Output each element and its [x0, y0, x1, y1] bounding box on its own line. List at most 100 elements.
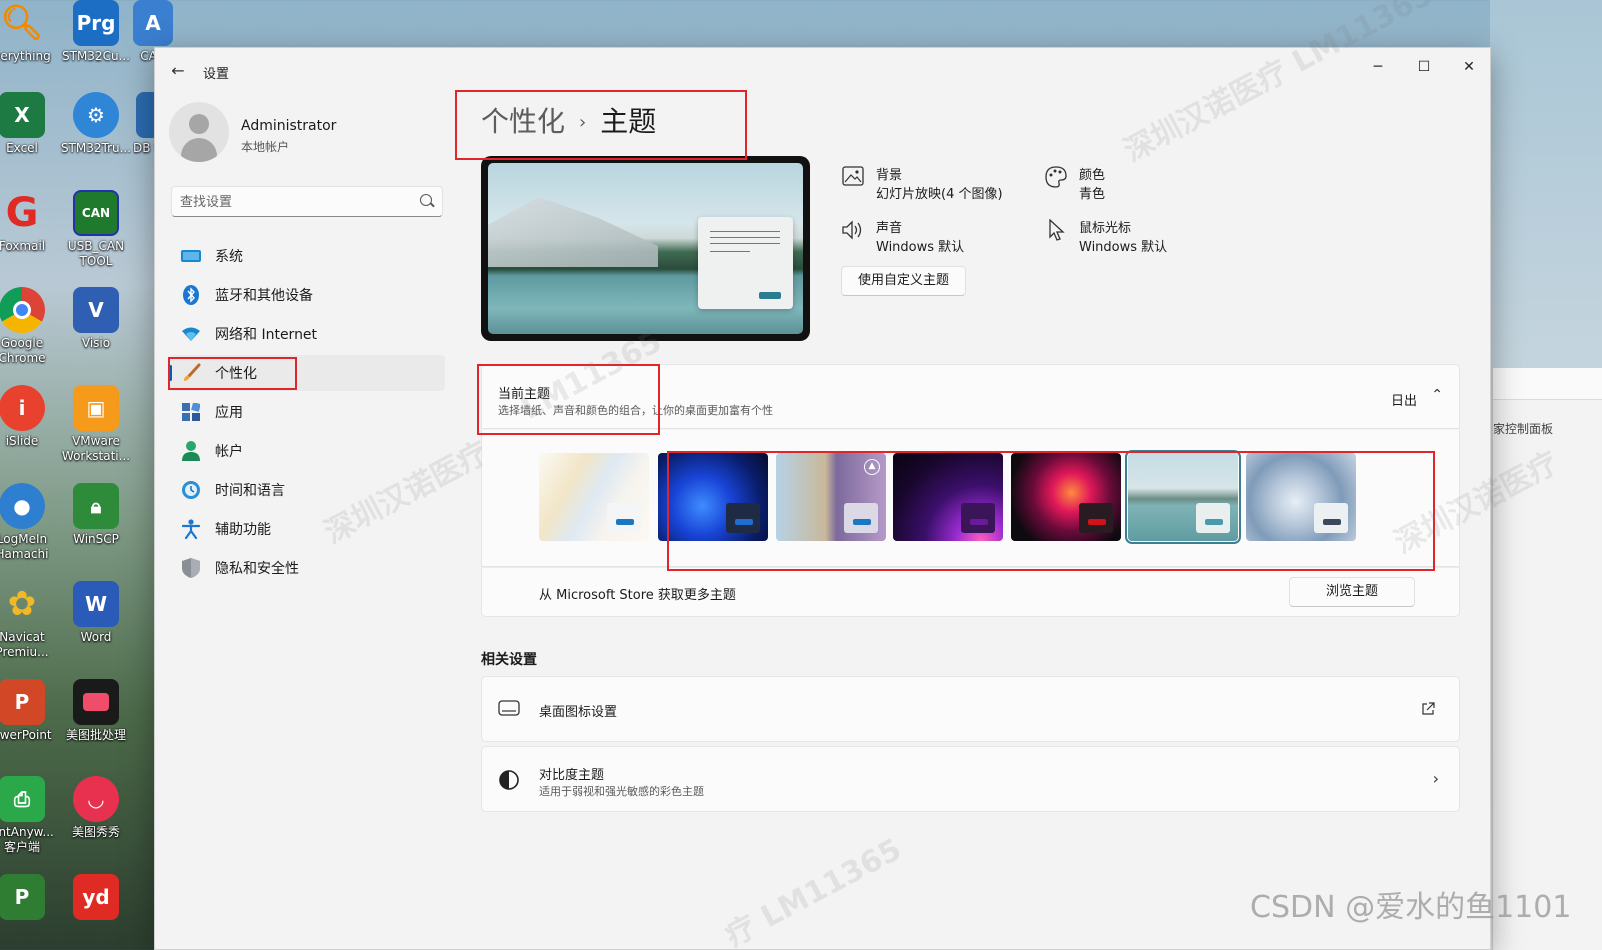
background-title: 背景	[876, 168, 903, 183]
desktop-icon-vmware[interactable]: ▣ VMware Workstati...	[59, 385, 133, 464]
desktop-icon-winscp[interactable]: 🔒︎ WinSCP	[59, 483, 133, 547]
desktop-icon-excel[interactable]: X Excel	[0, 92, 59, 156]
sidebar-item-label: 时间和语言	[215, 483, 285, 499]
theme-captured-motion[interactable]	[1011, 453, 1121, 541]
desktop-icon-stm32cube[interactable]: Prg STM32Cu...	[59, 0, 133, 64]
search-box[interactable]	[171, 186, 443, 217]
speaker-icon	[841, 219, 865, 243]
desktop-icon-visio[interactable]: V Visio	[59, 287, 133, 351]
prg-icon: Prg	[73, 0, 119, 46]
desktop-icon-youdao[interactable]: yd	[59, 874, 133, 920]
wifi-icon	[181, 324, 201, 344]
desktop-icon-settings-row[interactable]: 桌面图标设置	[481, 676, 1460, 742]
sidebar-item-label: 个性化	[215, 366, 257, 382]
theme-preview	[481, 156, 810, 341]
minimize-button[interactable]: ─	[1355, 52, 1401, 82]
sidebar-item-label: 隐私和安全性	[215, 561, 299, 577]
sidebar-item-label: 辅助功能	[215, 522, 271, 538]
store-text: 从 Microsoft Store 获取更多主题	[539, 588, 736, 603]
back-arrow-icon[interactable]: ←	[167, 60, 189, 82]
avatar	[169, 102, 229, 162]
navicat-icon: ✿	[7, 584, 37, 624]
current-theme-value: 日出	[1390, 394, 1417, 409]
desktop-icon-stm32trust[interactable]: ⚙ STM32Tru...	[59, 92, 133, 156]
theme-preview-wallpaper	[488, 163, 803, 334]
chevron-up-icon[interactable]: ⌃	[1431, 387, 1443, 403]
printer-icon: ⎙	[0, 776, 45, 822]
theme-bloom-blue[interactable]	[658, 453, 768, 541]
app-title: 设置	[203, 67, 230, 82]
theme-preview-window	[698, 217, 793, 309]
cursor-setting[interactable]: 鼠标光标 Windows 默认	[1044, 217, 1204, 257]
sidebar-item-personalization[interactable]: 个性化	[169, 355, 445, 391]
maximize-button[interactable]: ☐	[1401, 52, 1447, 82]
sidebar-item-label: 蓝牙和其他设备	[215, 288, 313, 304]
image-icon	[841, 166, 865, 190]
color-setting[interactable]: 颜色 青色	[1044, 164, 1184, 204]
winscp-icon: 🔒︎	[73, 483, 119, 529]
sidebar-item-accessibility[interactable]: 辅助功能	[169, 511, 445, 547]
sidebar-nav: 系统 蓝牙和其他设备 网络和 Internet 个性化 应用 帐户 时间和语言	[169, 238, 445, 589]
search-input[interactable]	[180, 192, 410, 212]
desktop-icon-powerpoint[interactable]: P owerPoint	[0, 679, 59, 743]
chrome-icon	[0, 287, 45, 333]
account-name: Administrator	[241, 118, 337, 134]
background-setting[interactable]: 背景 幻灯片放映(4 个图像)	[841, 164, 1021, 204]
breadcrumb-separator: ›	[579, 112, 587, 133]
desktop-icon-usb-can[interactable]: CAN USB_CAN TOOL	[59, 190, 133, 269]
browse-themes-button[interactable]: 浏览主题	[1289, 577, 1415, 607]
contrast-icon	[498, 769, 520, 791]
desktop-icon-project[interactable]: P	[0, 874, 59, 920]
theme-spotlight[interactable]: ▲	[776, 453, 886, 541]
desktop-icon-hamachi[interactable]: ● LogMeIn Hamachi	[0, 483, 59, 562]
breadcrumb: 个性化 › 主题	[481, 100, 656, 140]
sidebar-item-privacy[interactable]: 隐私和安全性	[169, 550, 445, 586]
sidebar-item-accounts[interactable]: 帐户	[169, 433, 445, 469]
theme-bloom-light[interactable]	[1246, 453, 1356, 541]
desktop-icon-chrome[interactable]: Google Chrome	[0, 287, 59, 366]
close-button[interactable]: ✕	[1446, 52, 1492, 82]
foxmail-icon: G	[5, 190, 39, 236]
desktop-icon-meitu-batch[interactable]: 美图批处理	[59, 679, 133, 743]
desktop-icon-word[interactable]: W Word	[59, 581, 133, 645]
sidebar-item-label: 系统	[215, 249, 243, 265]
accessibility-icon	[181, 519, 201, 539]
color-value: 青色	[1079, 187, 1106, 202]
desktop-icon-printanywhere[interactable]: ⎙ rintAnyw... 客户端	[0, 776, 59, 855]
theme-flow[interactable]	[539, 453, 649, 541]
desktop-icon-foxmail[interactable]: G Foxmail	[0, 190, 59, 254]
desktop-icon-meitu[interactable]: ◡ 美图秀秀	[59, 776, 133, 840]
desktop-icon-islide[interactable]: i iSlide	[0, 385, 59, 449]
sidebar-item-bluetooth[interactable]: 蓝牙和其他设备	[169, 277, 445, 313]
desktop-icon-everything[interactable]: 🔍︎ verything	[0, 0, 59, 64]
theme-glow[interactable]	[893, 453, 1003, 541]
search-icon[interactable]	[420, 194, 432, 206]
excel-icon: X	[0, 92, 45, 138]
chevron-right-icon: ›	[1432, 769, 1439, 788]
current-theme-header[interactable]: 当前主题 选择墙纸、声音和颜色的组合，让你的桌面更加富有个性 日出 ⌃	[481, 364, 1460, 429]
theme-sunrise[interactable]	[1125, 450, 1241, 544]
sidebar-item-network[interactable]: 网络和 Internet	[169, 316, 445, 352]
desktop-icon-navicat[interactable]: ✿ Navicat Premiu...	[0, 581, 59, 660]
sidebar-item-time-language[interactable]: 时间和语言	[169, 472, 445, 508]
sidebar-item-label: 帐户	[215, 444, 243, 460]
current-theme-title: 当前主题	[498, 387, 551, 402]
csdn-watermark: CSDN @爱水的鱼1101	[1250, 890, 1572, 925]
bluetooth-icon	[181, 285, 201, 305]
account-icon	[181, 441, 201, 461]
contrast-theme-row[interactable]: 对比度主题 适用于弱视和强光敏感的彩色主题 ›	[481, 746, 1460, 812]
title-bar[interactable]: ← 设置 ─ ☐ ✕	[155, 48, 1490, 94]
contrast-theme-title: 对比度主题	[539, 768, 605, 783]
breadcrumb-parent[interactable]: 个性化	[481, 105, 565, 138]
background-window[interactable]: 家控制面板	[1492, 368, 1602, 950]
shield-icon	[181, 558, 201, 578]
account-type: 本地帐户	[241, 140, 290, 154]
account-card[interactable]: Administrator 本地帐户	[169, 102, 449, 166]
contrast-theme-subtitle: 适用于弱视和强光敏感的彩色主题	[539, 785, 704, 798]
sidebar-item-apps[interactable]: 应用	[169, 394, 445, 430]
use-custom-theme-button[interactable]: 使用自定义主题	[841, 266, 966, 296]
apps-icon	[181, 402, 201, 422]
sound-setting[interactable]: 声音 Windows 默认	[841, 217, 1021, 257]
sidebar-item-system[interactable]: 系统	[169, 238, 445, 274]
background-value: 幻灯片放映(4 个图像)	[876, 187, 1003, 202]
